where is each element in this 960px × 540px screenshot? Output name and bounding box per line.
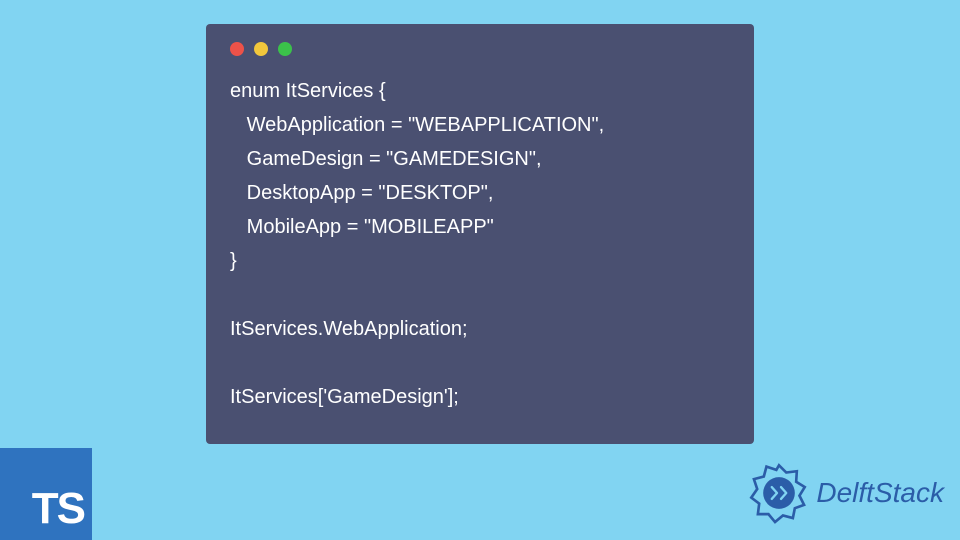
window-controls (230, 42, 730, 56)
code-content: enum ItServices { WebApplication = "WEBA… (230, 74, 730, 414)
close-icon (230, 42, 244, 56)
delftstack-logo-icon (746, 460, 812, 526)
minimize-icon (254, 42, 268, 56)
brand-name: DelftStack (816, 477, 944, 509)
maximize-icon (278, 42, 292, 56)
brand-logo-container: DelftStack (746, 460, 944, 526)
code-window: enum ItServices { WebApplication = "WEBA… (206, 24, 754, 444)
typescript-badge: TS (0, 448, 92, 540)
typescript-text: TS (32, 484, 84, 534)
